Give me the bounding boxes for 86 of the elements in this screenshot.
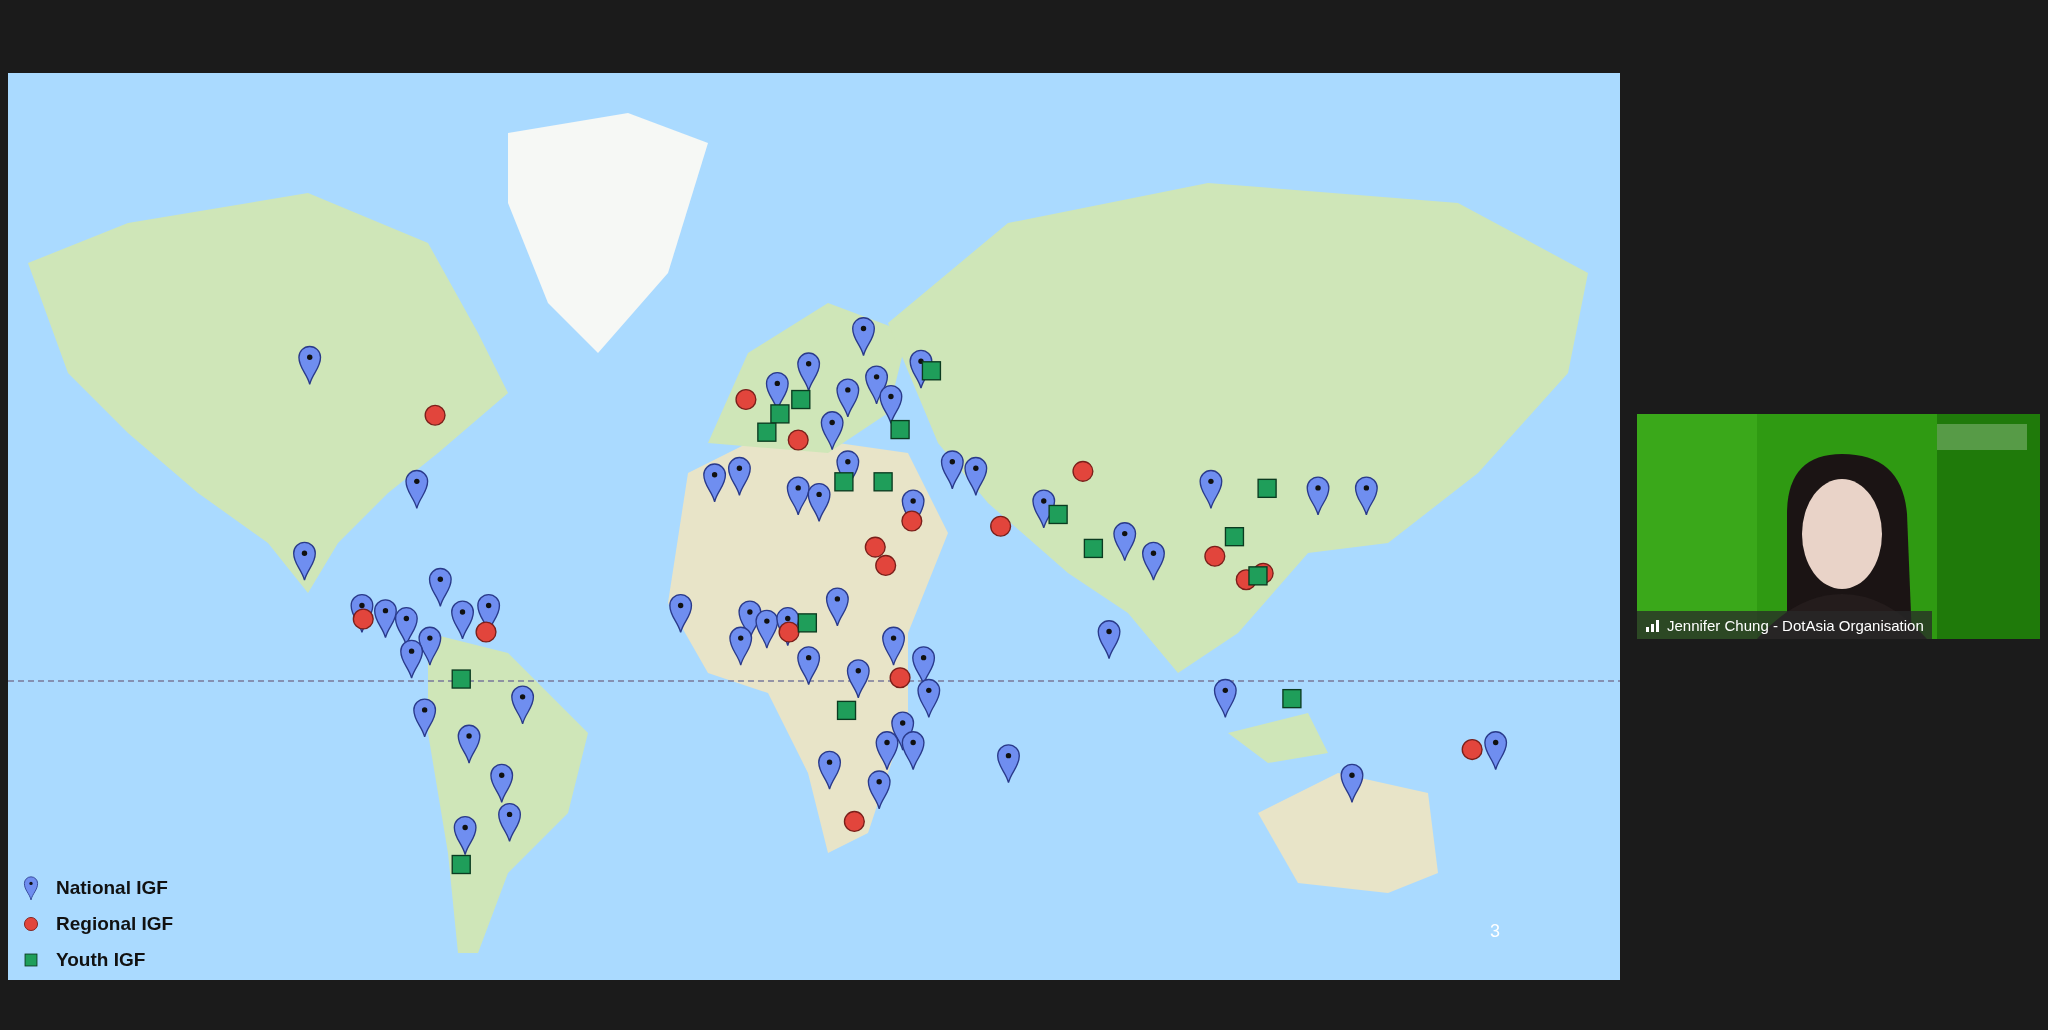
pin-icon [457, 724, 481, 764]
pin-icon [825, 587, 849, 627]
pin-icon [836, 378, 860, 418]
legend-label: Youth IGF [56, 949, 146, 971]
square-marker [451, 669, 471, 689]
pin-icon [1484, 731, 1508, 771]
round-marker [990, 515, 1012, 537]
pin-icon [846, 659, 870, 699]
round-marker [778, 621, 800, 643]
legend-label: Regional IGF [56, 913, 174, 935]
round-marker [843, 810, 865, 832]
pin-icon [940, 450, 964, 490]
pin-icon [498, 802, 522, 843]
round-marker [875, 554, 897, 576]
round-marker [1461, 739, 1483, 761]
pin-icon [882, 626, 906, 666]
pin-icon [818, 750, 842, 790]
square-marker [791, 389, 811, 410]
square-marker [1083, 538, 1104, 559]
pin-icon [413, 698, 437, 738]
pin-icon [428, 567, 452, 607]
pin-icon [917, 678, 941, 718]
square-marker [797, 613, 818, 633]
pin-icon [820, 411, 844, 451]
page-number: 3 [1490, 921, 1500, 942]
signal-icon [1645, 618, 1661, 632]
round-marker [901, 510, 923, 532]
pin-icon [453, 816, 477, 856]
pin-icon [797, 352, 821, 392]
pin-icon [1306, 476, 1330, 516]
round-marker [475, 621, 497, 643]
square-marker [921, 361, 942, 381]
pin-icon [729, 626, 753, 666]
legend-label: National IGF [56, 877, 168, 899]
round-marker [1204, 545, 1226, 567]
pin-icon [490, 763, 514, 803]
pin-icon [405, 469, 429, 510]
pin-icon [400, 639, 424, 679]
square-marker [1224, 527, 1245, 547]
pin-icon [1213, 678, 1237, 718]
participant-name: Jennifer Chung - DotAsia Organisation [1667, 616, 1924, 634]
square-marker [890, 419, 910, 440]
pin-icon [786, 476, 810, 516]
square-marker [836, 700, 857, 721]
pin-icon [867, 770, 891, 810]
pin-icon [703, 463, 727, 503]
pin-icon [1113, 522, 1137, 562]
pin-icon [669, 593, 693, 634]
square-icon [24, 953, 38, 967]
pin-icon [901, 731, 925, 771]
pin-icon [374, 599, 397, 639]
square-marker [873, 472, 893, 492]
pin-icon [807, 482, 831, 523]
square-marker [1257, 478, 1277, 499]
round-marker [424, 404, 446, 426]
pin-icon [1097, 620, 1121, 660]
pin-icon [755, 609, 779, 649]
pin-icon [997, 744, 1020, 784]
pin-icon [875, 731, 899, 771]
round-marker [352, 608, 374, 630]
pin-icon [24, 876, 38, 901]
round-marker [787, 429, 809, 451]
pin-icon [298, 345, 322, 385]
square-marker [1048, 504, 1068, 525]
pin-icon [797, 646, 821, 686]
pin-icon [451, 600, 474, 640]
pin-icon [1199, 469, 1223, 510]
square-marker [834, 472, 854, 492]
pin-icon [727, 456, 751, 496]
round-marker [864, 536, 886, 558]
pin-icon [1354, 476, 1378, 516]
square-marker [757, 422, 777, 442]
square-marker [1282, 688, 1302, 709]
pin-icon [865, 365, 889, 405]
square-marker [451, 854, 471, 875]
pin-icon [964, 456, 988, 496]
round-marker [889, 667, 911, 689]
square-marker [1248, 566, 1268, 586]
pin-icon [418, 626, 442, 666]
pin-icon [511, 685, 535, 725]
pin-icon [293, 541, 316, 581]
pin-icon [852, 317, 875, 357]
pin-icon [1142, 541, 1165, 581]
round-marker [1072, 460, 1094, 482]
square-marker [770, 404, 790, 424]
pin-icon [1340, 763, 1364, 803]
